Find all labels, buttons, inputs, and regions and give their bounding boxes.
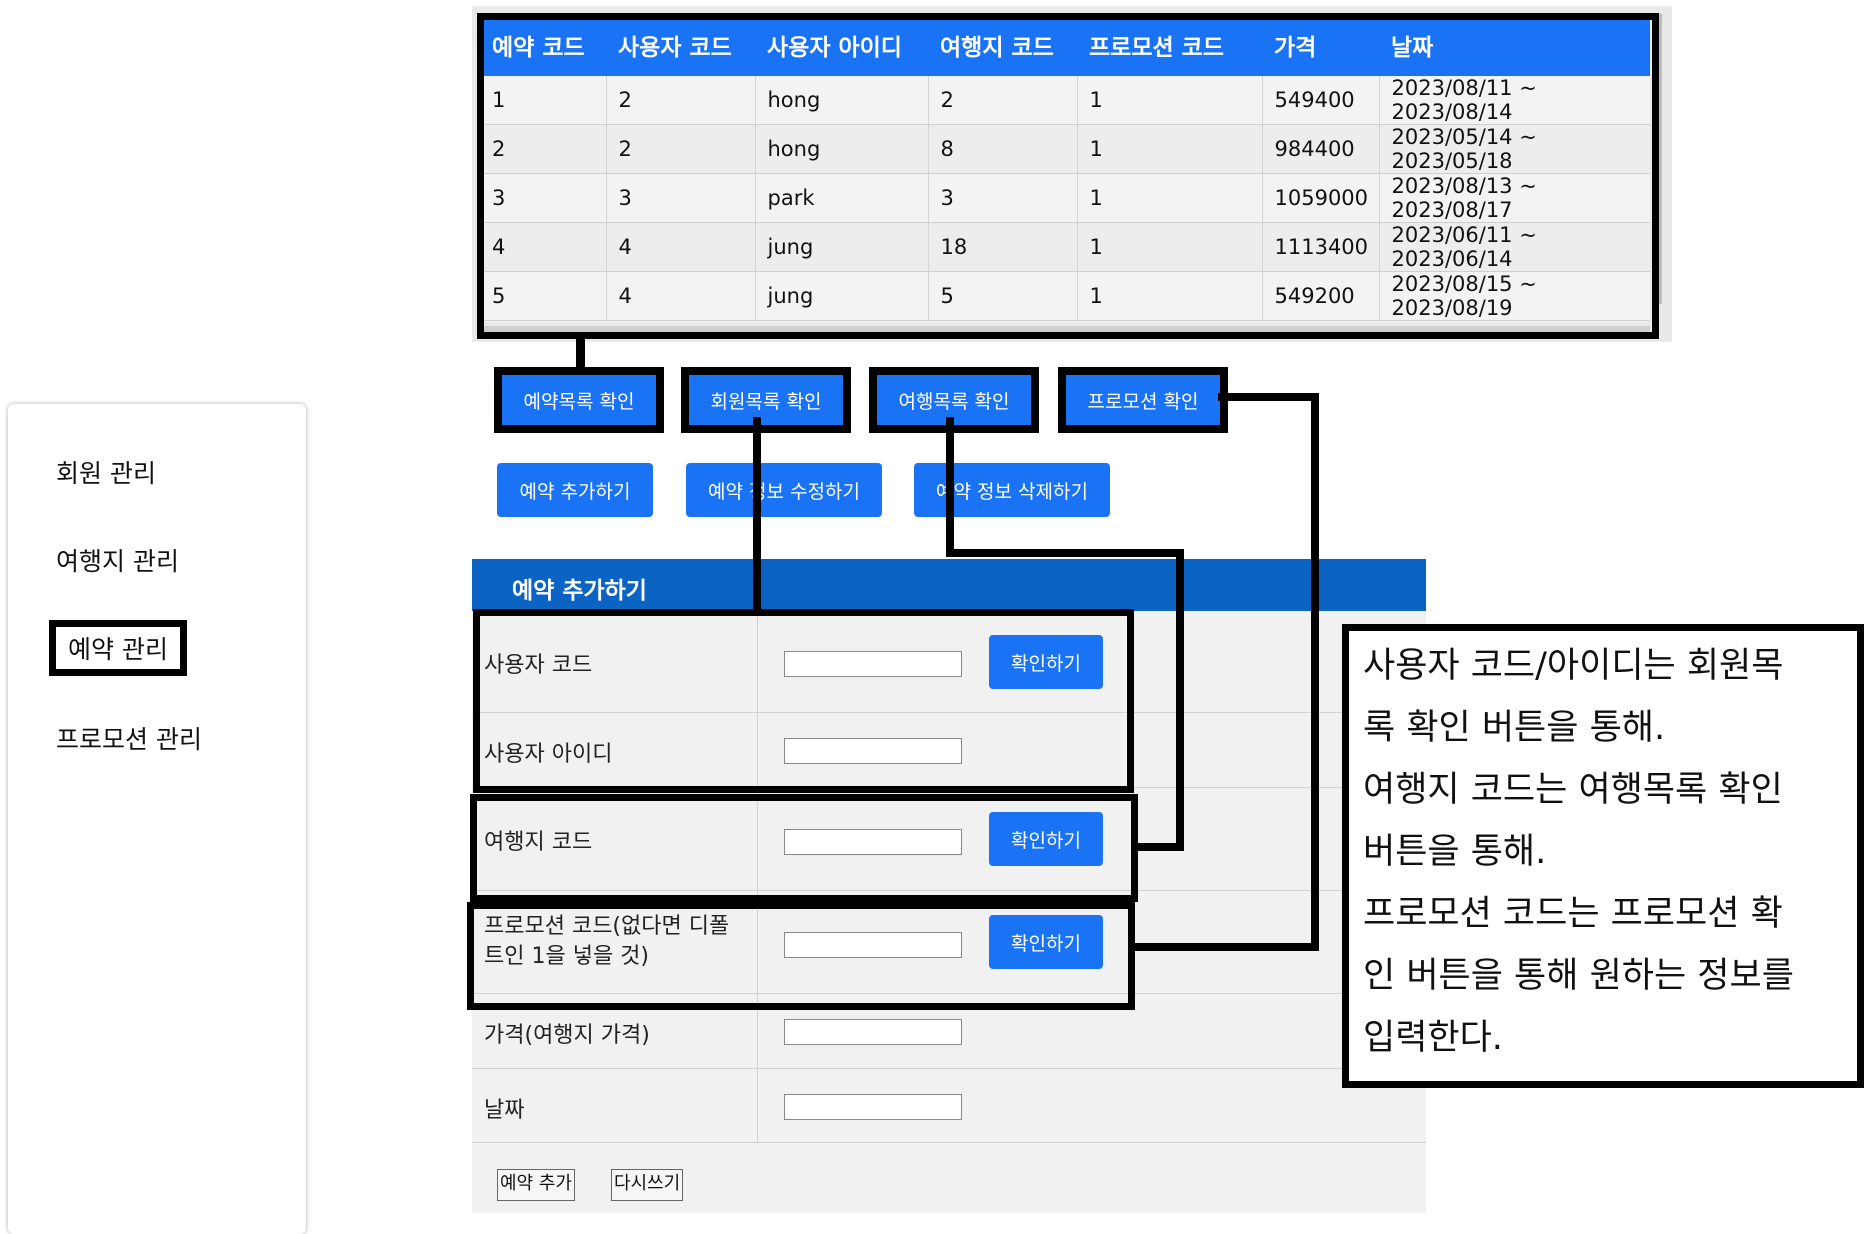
annotation-line: 록 확인 버튼을 통해. xyxy=(1363,708,1666,748)
date-input[interactable] xyxy=(784,1094,962,1120)
add-reservation-button[interactable]: 예약 추가하기 xyxy=(497,463,653,517)
sidebar-item-members[interactable]: 회원 관리 xyxy=(56,454,156,490)
connector-line xyxy=(1131,843,1184,851)
table-highlight-box xyxy=(477,13,1659,339)
promotion-list-button[interactable]: 프로모션 확인 xyxy=(1058,367,1228,433)
annotation-line: 사용자 코드/아이디는 회원목 xyxy=(1363,646,1784,686)
annotation-line: 버튼을 통해. xyxy=(1363,832,1547,872)
sidebar-item-reservations[interactable]: 예약 관리 xyxy=(49,620,187,676)
reset-form-button[interactable]: 다시쓰기 xyxy=(611,1169,684,1201)
annotation-line: 프로모션 코드는 프로모션 확 xyxy=(1363,894,1783,934)
connector-line xyxy=(946,417,954,555)
travel-field-highlight-box xyxy=(470,794,1138,902)
date-label: 날짜 xyxy=(484,1098,525,1123)
submit-reservation-button[interactable]: 예약 추가 xyxy=(497,1169,575,1201)
connector-line xyxy=(1311,393,1319,951)
connector-line xyxy=(753,417,761,611)
delete-reservation-button[interactable]: 예약 정보 삭제하기 xyxy=(914,463,1110,517)
reservation-list-button[interactable]: 예약목록 확인 xyxy=(494,367,664,433)
travel-list-button[interactable]: 여행목록 확인 xyxy=(869,367,1039,433)
form-title: 예약 추가하기 xyxy=(512,578,647,604)
member-list-button[interactable]: 회원목록 확인 xyxy=(681,367,851,433)
edit-reservation-button[interactable]: 예약 정보 수정하기 xyxy=(686,463,882,517)
connector-line xyxy=(1128,943,1319,951)
connector-line xyxy=(576,332,585,370)
connector-line xyxy=(1218,393,1319,401)
promotion-field-highlight-box xyxy=(467,902,1135,1010)
annotation-note: 사용자 코드/아이디는 회원목 록 확인 버튼을 통해. 여행지 코드는 여행목… xyxy=(1342,624,1864,1088)
connector-line xyxy=(946,549,1184,557)
row-divider xyxy=(757,1068,758,1142)
form-row-date: 날짜 xyxy=(472,1068,1426,1143)
annotation-line: 여행지 코드는 여행목록 확인 xyxy=(1363,770,1783,810)
sidebar: 회원 관리 여행지 관리 예약 관리 프로모션 관리 xyxy=(8,404,306,1234)
price-input[interactable] xyxy=(784,1019,962,1045)
annotation-line: 입력한다. xyxy=(1363,1018,1503,1058)
connector-line xyxy=(1176,549,1184,851)
sidebar-item-promotions[interactable]: 프로모션 관리 xyxy=(56,720,202,756)
price-label: 가격(여행지 가격) xyxy=(484,1023,650,1048)
sidebar-item-destinations[interactable]: 여행지 관리 xyxy=(56,542,179,578)
annotation-line: 인 버튼을 통해 원하는 정보를 xyxy=(1363,956,1794,996)
form-header: 예약 추가하기 xyxy=(472,559,1426,611)
user-fields-highlight-box xyxy=(473,609,1134,793)
